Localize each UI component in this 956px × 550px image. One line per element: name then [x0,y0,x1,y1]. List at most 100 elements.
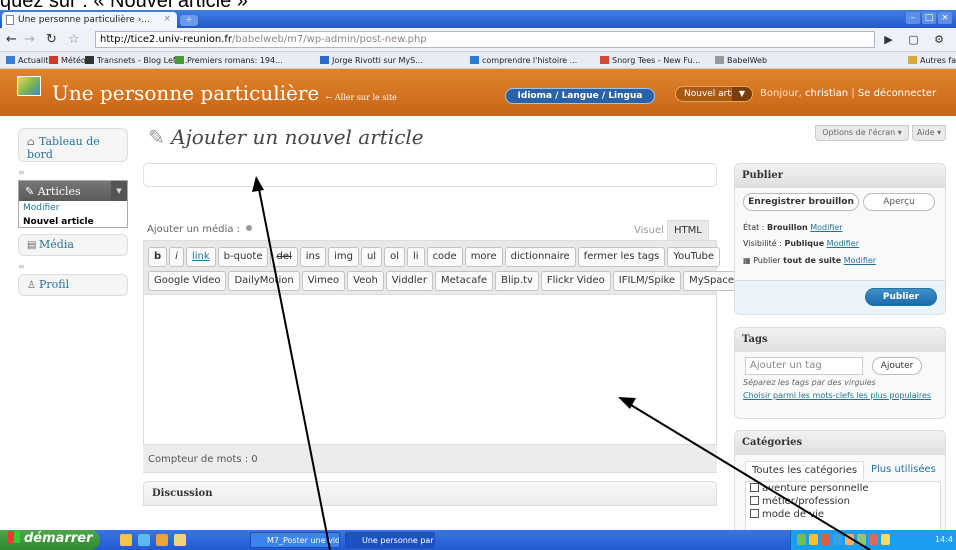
save-draft-button[interactable]: Enregistrer brouillon [743,193,859,211]
quicktag-button[interactable]: more [464,247,503,267]
video-quicktag-button[interactable]: DailyMotion [228,271,300,291]
quicktag-button[interactable]: b [148,247,168,267]
bookmark-item[interactable]: comprendre l'histoire ... [470,56,577,65]
menu-dashboard[interactable]: ⌂ Tableau de bord [18,128,128,162]
menu-profile[interactable]: ♙ Profil [18,274,128,296]
category-item[interactable]: aventure personnelle [746,482,940,495]
chevron-down-icon[interactable]: ▼ [111,181,127,201]
bookmark-item[interactable]: BabelWeb [715,56,767,65]
quicktag-button[interactable]: li [407,247,425,267]
screen-options-button[interactable]: Options de l'écran ▾ [815,125,909,141]
quicktag-button[interactable]: ins [299,247,327,267]
tray-icon[interactable] [833,534,842,545]
checkbox[interactable] [750,483,759,492]
forward-icon[interactable]: → [24,32,35,47]
video-quicktag-button[interactable]: Viddler [385,271,433,291]
quicktag-button[interactable]: fermer les tags [577,247,666,267]
checkbox[interactable] [750,509,759,518]
preview-button[interactable]: Aperçu [863,193,935,211]
minimize-icon[interactable]: – [906,12,920,24]
schedule-edit-link[interactable]: Modifier [844,256,876,265]
tray-icon[interactable] [857,534,866,545]
add-tag-button[interactable]: Ajouter [872,357,922,375]
quicktag-button[interactable]: img [328,247,359,267]
tab-all-categories[interactable]: Toutes les catégories [745,461,865,479]
help-button[interactable]: Aide ▾ [912,125,946,141]
submenu-edit[interactable]: Modifier [19,201,127,215]
video-quicktag-button[interactable]: Google Video [148,271,227,291]
tab-html[interactable]: HTML [667,220,709,240]
page-menu-icon[interactable]: ▶ ▢ ⚙ [884,33,950,46]
maximize-icon[interactable]: □ [922,12,936,24]
quicktag-button[interactable]: ul [360,247,383,267]
bookmark-item[interactable]: Météo [49,56,86,65]
new-post-dropdown[interactable]: Nouvel article ▼ [675,86,753,102]
tab-visual[interactable]: Visuel [627,220,671,240]
quicktag-button[interactable]: dictionnaire [504,247,576,267]
user-name-link[interactable]: christian [805,88,848,99]
quicktag-button[interactable]: link [185,247,216,267]
address-bar[interactable]: http://tice2.univ-reunion.fr/babelweb/m7… [95,31,875,48]
category-item[interactable]: métier/profession [746,495,940,508]
video-quicktag-button[interactable]: IFILM/Spike [612,271,682,291]
bookmark-item[interactable]: Autres favoris [908,56,956,65]
quick-launch-icon[interactable] [138,534,150,546]
post-content-textarea[interactable] [144,296,716,444]
visit-site-link[interactable]: ← Aller sur le site [326,93,397,102]
chevron-down-icon[interactable]: ▼ [732,87,752,101]
video-quicktag-button[interactable]: Veoh [347,271,384,291]
tab-most-used[interactable]: Plus utilisées [865,461,942,478]
quicktag-button[interactable]: YouTube [667,247,721,267]
quicktag-button[interactable]: i [169,247,184,267]
discussion-box-header[interactable]: Discussion [143,481,717,506]
video-quicktag-button[interactable]: Blip.tv [495,271,539,291]
taskbar-item[interactable]: M7_Poster une vidéo ... [250,532,340,548]
publish-button[interactable]: Publier [865,288,937,306]
quick-launch-icon[interactable] [156,534,168,546]
quicktag-button[interactable]: del [270,247,298,267]
quicktag-button[interactable]: b-quote [217,247,269,267]
bookmark-item[interactable]: Premiers romans: 194... [175,56,283,65]
taskbar-item[interactable]: Une personne particu... [345,532,435,548]
video-quicktag-button[interactable]: Metacafe [434,271,494,291]
language-button[interactable]: Idioma / Langue / Lingua [505,88,655,104]
checkbox[interactable] [750,496,759,505]
start-button[interactable]: démarrer [0,530,100,550]
quicktag-button[interactable]: code [426,247,463,267]
post-title-input[interactable] [143,163,717,187]
tray-icon[interactable] [869,534,878,545]
tray-icon[interactable] [809,534,818,545]
video-quicktag-button[interactable]: MySpace [683,271,741,291]
close-window-icon[interactable]: × [938,12,952,24]
add-media-icon[interactable] [246,225,252,231]
tray-icon[interactable] [881,534,890,545]
back-icon[interactable]: ← [6,32,17,47]
bookmark-item[interactable]: Transnets - Blog LeM... [85,56,187,65]
menu-articles-header[interactable]: ✎ Articles ▼ [19,181,127,201]
tray-icon[interactable] [797,534,806,545]
system-tray: 14:4 [790,530,956,550]
quicktag-button[interactable]: ol [384,247,405,267]
bookmark-item[interactable]: Snorg Tees - New Fu... [600,56,700,65]
tray-icon[interactable] [845,534,854,545]
menu-media[interactable]: ▤ Média [18,234,128,256]
choose-popular-tags-link[interactable]: Choisir parmi les mots-clefs les plus po… [743,391,933,401]
submenu-new-article[interactable]: Nouvel article [19,215,127,229]
browser-tab[interactable]: Une personne particulière ›... × [2,12,177,28]
status-edit-link[interactable]: Modifier [810,223,842,232]
video-quicktag-button[interactable]: Vimeo [301,271,346,291]
add-media-bar: Ajouter un média : [147,224,252,235]
category-item[interactable]: mode de vie [746,508,940,521]
star-icon[interactable]: ☆ [68,32,80,47]
quick-launch-icon[interactable] [120,534,132,546]
close-tab-icon[interactable]: × [163,14,171,24]
quick-launch-icon[interactable] [174,534,186,546]
new-tab-button[interactable]: + [180,15,198,26]
bookmark-item[interactable]: Jorge Rivotti sur MyS... [320,56,423,65]
logout-link[interactable]: Se déconnecter [858,88,936,99]
tray-icon[interactable] [821,534,830,545]
visibility-edit-link[interactable]: Modifier [827,239,859,248]
reload-icon[interactable]: ↻ [46,32,57,47]
video-quicktag-button[interactable]: Flickr Video [540,271,611,291]
tag-input[interactable]: Ajouter un tag [745,357,863,375]
